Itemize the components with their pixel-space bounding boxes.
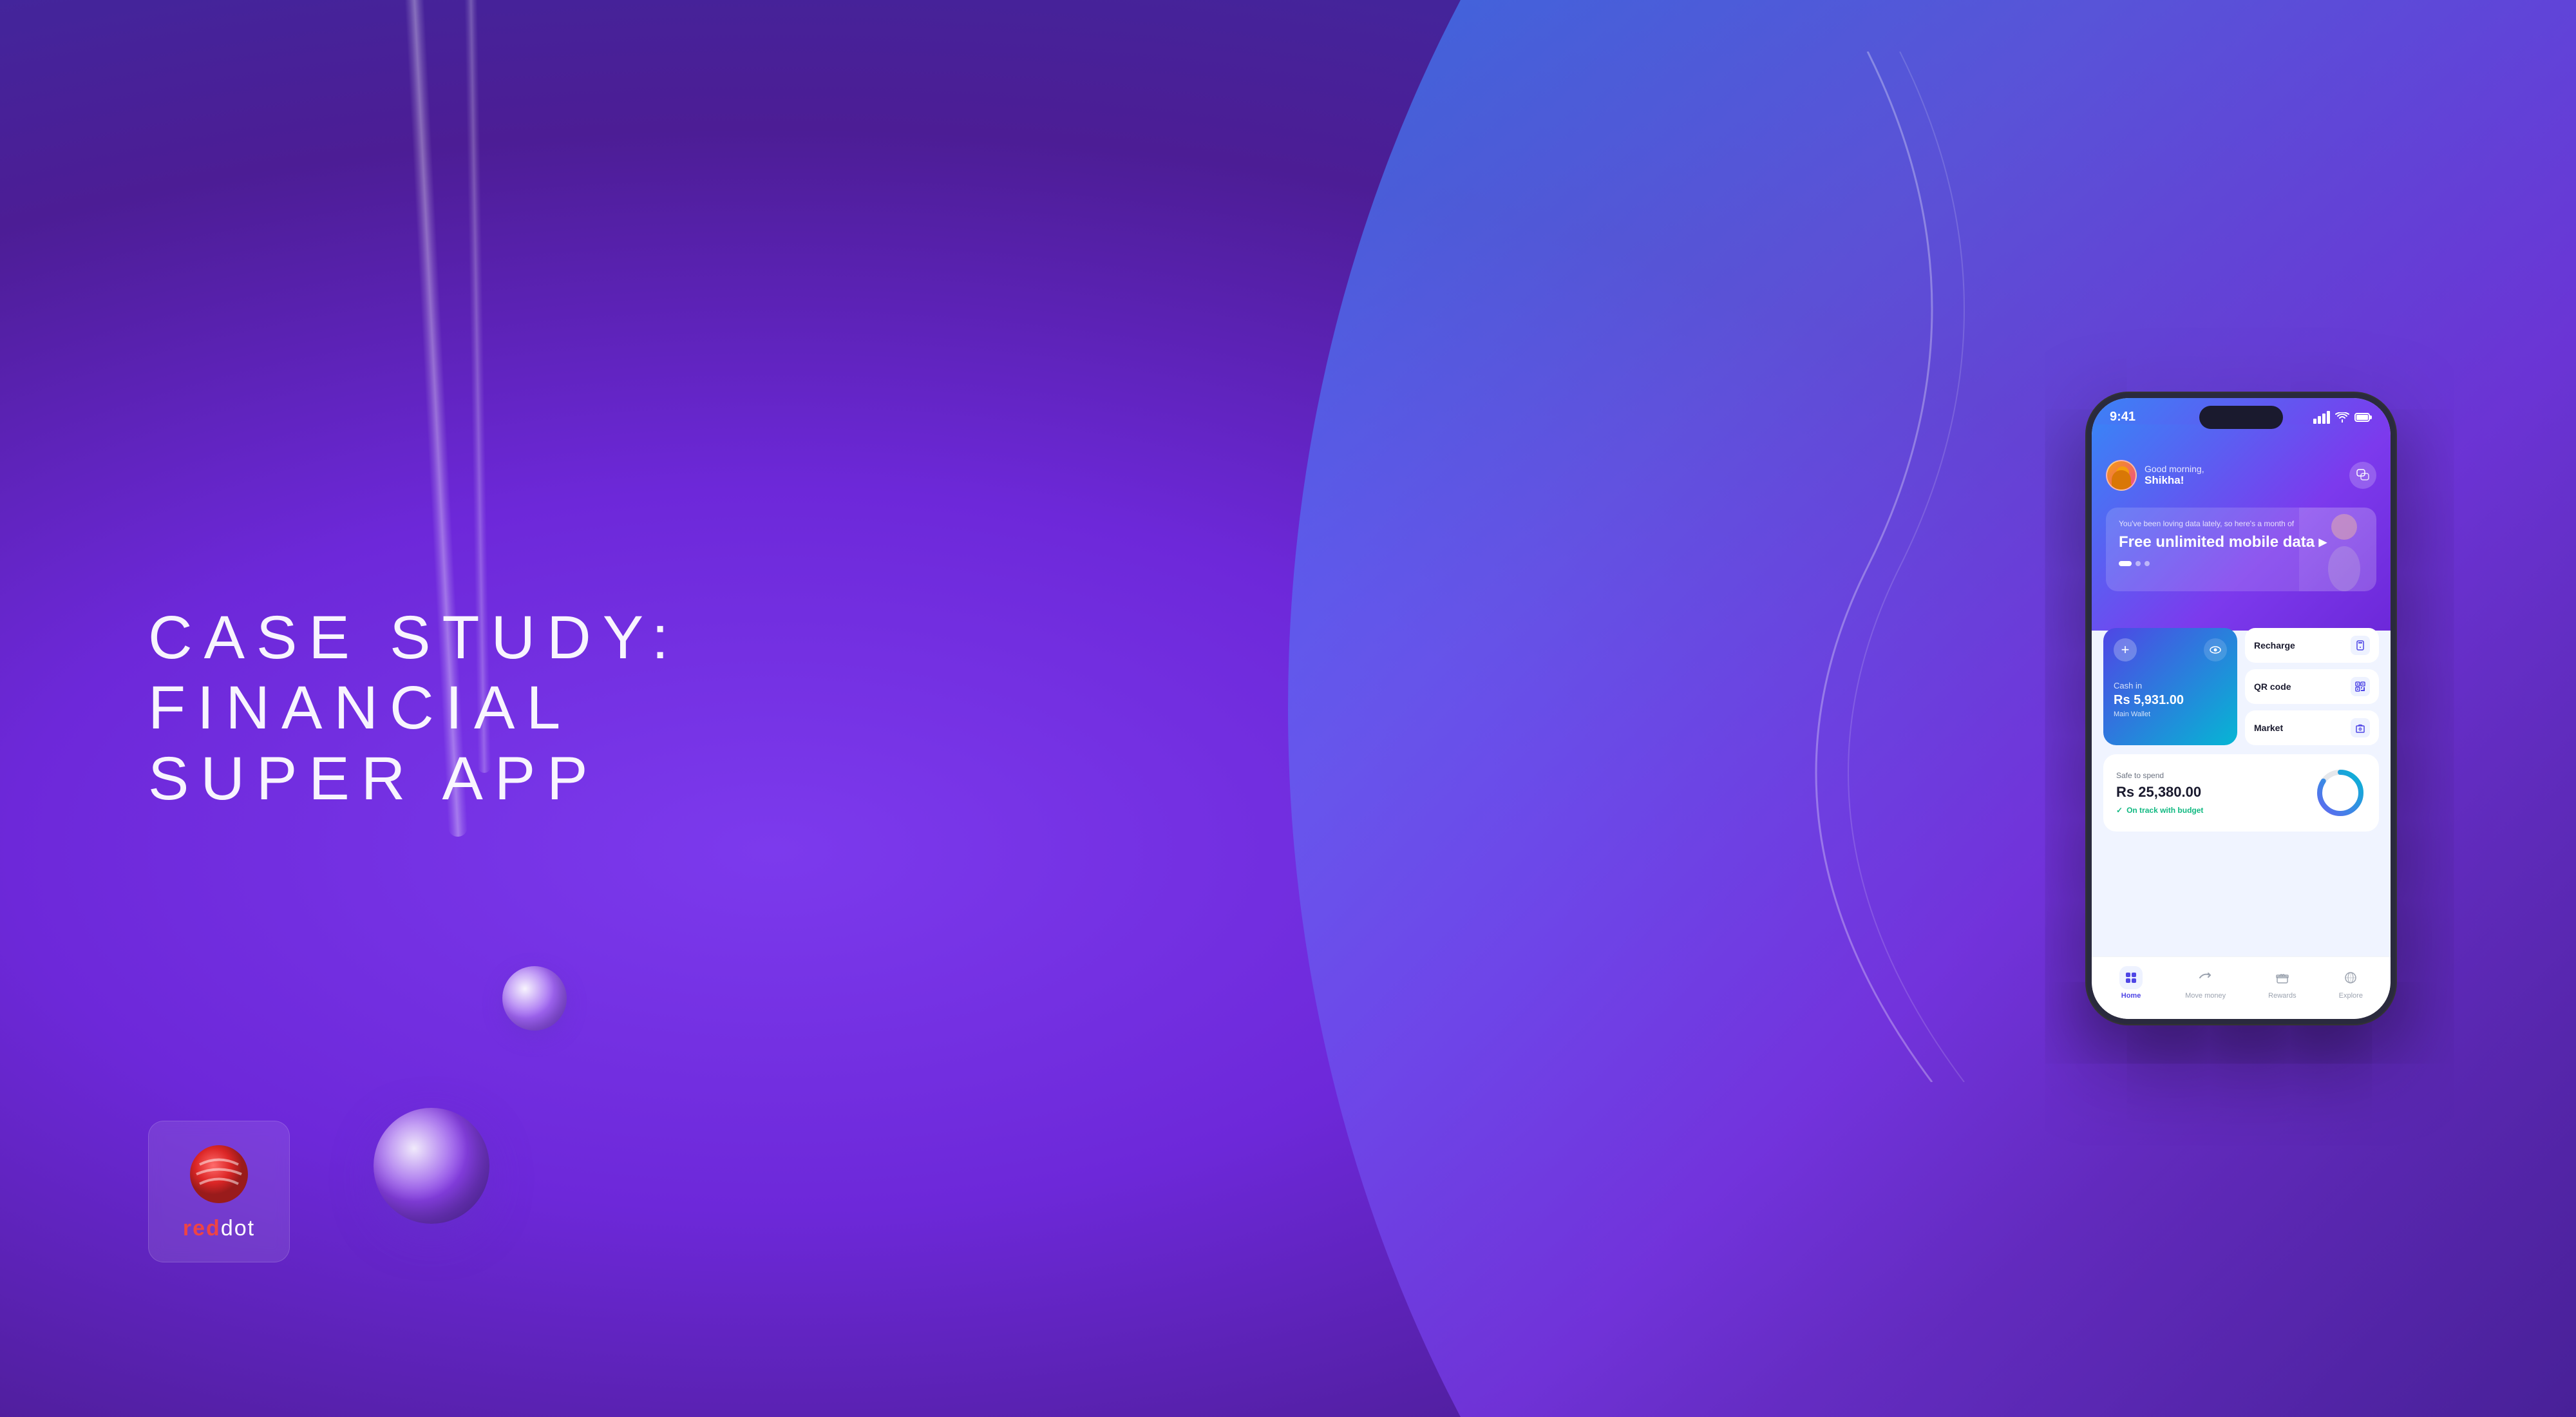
user-info: Good morning, Shikha! (2106, 460, 2204, 491)
nav-rewards[interactable]: Rewards (2268, 966, 2296, 1000)
spend-label: Safe to spend (2116, 771, 2203, 780)
nav-home[interactable]: Home (2119, 966, 2143, 1000)
greeting-block: Good morning, Shikha! (2145, 464, 2204, 487)
right-actions: Recharge QR code (2245, 628, 2379, 745)
status-time: 9:41 (2110, 404, 2136, 424)
move-money-label: Move money (2185, 992, 2226, 1000)
status-icons (2313, 406, 2372, 424)
logo-box: reddot (148, 1121, 290, 1262)
dot-3 (2145, 561, 2150, 566)
page-title: CASE STUDY: FINANCIAL SUPER APP (148, 603, 680, 814)
home-label: Home (2121, 992, 2141, 1000)
logo-label: reddot (183, 1216, 255, 1241)
wallet-amount: Rs 5,931.00 (2114, 693, 2227, 708)
bottom-nav: Home Move money (2092, 956, 2391, 1019)
dot-2 (2136, 561, 2141, 566)
explore-icon (2339, 966, 2362, 989)
glass-ball-1 (374, 1108, 489, 1224)
wallet-card-top: + (2114, 638, 2227, 661)
spend-amount: Rs 25,380.00 (2116, 784, 2203, 801)
nav-explore[interactable]: Explore (2339, 966, 2363, 1000)
wallet-card[interactable]: + Cash in Rs 5,931.00 Main Wallet (2103, 628, 2237, 745)
battery-icon (2354, 412, 2372, 423)
wallet-label: Cash in (2114, 681, 2227, 690)
market-label: Market (2254, 723, 2283, 733)
quick-actions: + Cash in Rs 5,931.00 Main Wallet (2092, 618, 2391, 745)
wallet-name: Main Wallet (2114, 710, 2227, 718)
recharge-icon (2351, 636, 2370, 655)
avatar (2106, 460, 2137, 491)
phone-header: Good morning, Shikha! You've been loving… (2092, 424, 2391, 631)
explore-label: Explore (2339, 992, 2363, 1000)
eye-button[interactable] (2204, 638, 2227, 661)
reddot-logo-icon (187, 1142, 251, 1206)
nav-move-money[interactable]: Move money (2185, 966, 2226, 1000)
phone-frame: 9:41 (2087, 393, 2396, 1024)
qr-code-icon (2351, 677, 2370, 696)
rewards-icon (2271, 966, 2294, 989)
greeting-text: Good morning, (2145, 464, 2204, 474)
banner-image (2299, 508, 2376, 591)
wifi-icon (2335, 412, 2349, 423)
home-icon (2119, 966, 2143, 989)
phone-mockup: 9:41 (2087, 393, 2396, 1024)
header-top: Good morning, Shikha! (2106, 424, 2376, 502)
market-button[interactable]: Market (2245, 710, 2379, 745)
add-button[interactable]: + (2114, 638, 2137, 661)
qr-code-label: QR code (2254, 681, 2291, 692)
promo-banner[interactable]: You've been loving data lately, so here'… (2106, 508, 2376, 591)
greeting-name: Shikha! (2145, 474, 2204, 487)
phone-screen: 9:41 (2092, 398, 2391, 1019)
recharge-label: Recharge (2254, 640, 2295, 651)
safe-to-spend-section: Safe to spend Rs 25,380.00 ✓ On track wi… (2103, 754, 2379, 832)
glass-ball-2 (502, 966, 567, 1031)
check-icon: ✓ (2116, 806, 2123, 815)
chat-icon[interactable] (2349, 462, 2376, 489)
progress-circle (2315, 767, 2366, 819)
signal-bars (2313, 411, 2330, 424)
on-track-status: ✓ On track with budget (2116, 806, 2203, 815)
dynamic-island (2199, 406, 2283, 429)
recharge-button[interactable]: Recharge (2245, 628, 2379, 663)
dot-1 (2119, 561, 2132, 566)
rewards-label: Rewards (2268, 992, 2296, 1000)
qr-code-button[interactable]: QR code (2245, 669, 2379, 704)
spend-info: Safe to spend Rs 25,380.00 ✓ On track wi… (2116, 771, 2203, 815)
move-money-icon (2194, 966, 2217, 989)
market-icon (2351, 718, 2370, 737)
left-content: CASE STUDY: FINANCIAL SUPER APP (148, 603, 680, 814)
